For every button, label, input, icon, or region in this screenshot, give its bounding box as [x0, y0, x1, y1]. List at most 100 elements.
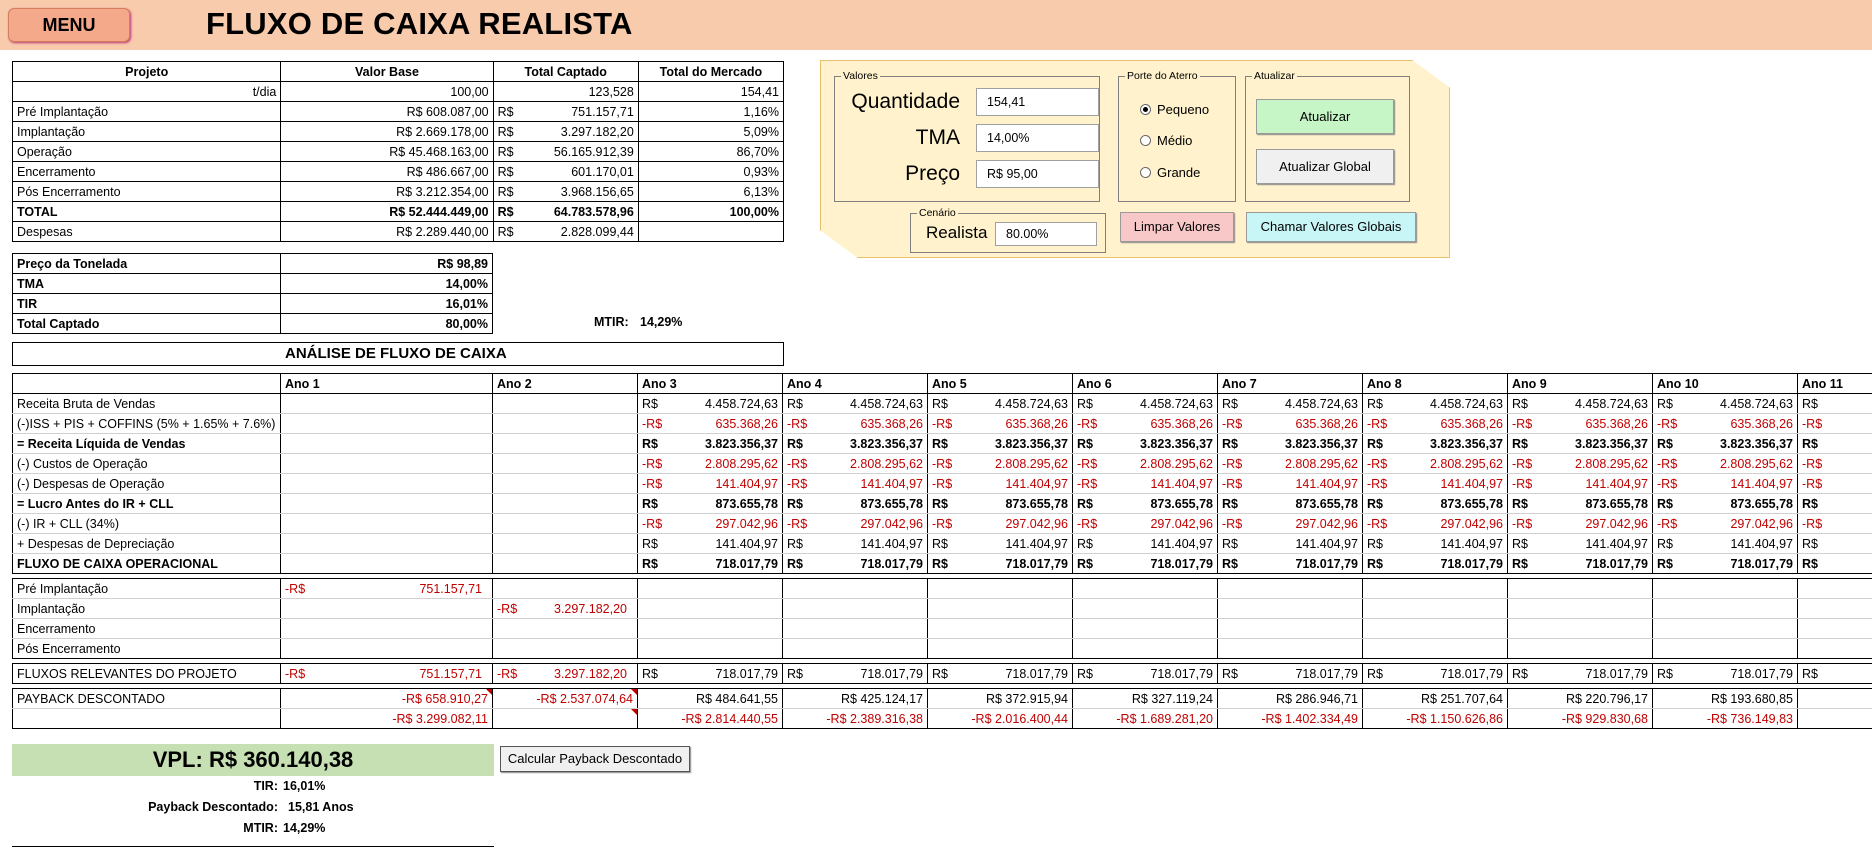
cashflow-cell: -R$ 2.808.295,62 — [782, 453, 928, 474]
atualizar-button[interactable]: Atualizar — [1256, 99, 1394, 134]
currency-symbol: R$ — [1222, 436, 1238, 451]
cashflow-cell — [280, 553, 493, 574]
rates-value: R$ 98,89 — [280, 253, 493, 274]
currency-symbol: R$ — [1077, 536, 1093, 551]
currency-symbol: -R$ — [932, 476, 953, 491]
comment-marker-icon — [631, 689, 637, 695]
cenario-input[interactable]: 80.00% — [995, 222, 1097, 246]
radio-icon — [1140, 135, 1151, 146]
currency-symbol: R$ — [1512, 396, 1528, 411]
rates-label: Total Captado — [12, 313, 281, 334]
investment-row: Pós Encerramento — [12, 638, 1872, 659]
cashflow-value: 297.042,96 — [1150, 516, 1213, 531]
summary-row: TOTAL R$ 52.444.449,00 R$ 64.783.578,96 100,… — [11, 201, 785, 222]
cashflow-cell: R$ 3.823.356,37 — [782, 433, 928, 454]
cashflow-cell — [492, 473, 638, 494]
porte-radio-pequeno[interactable]: Pequeno — [1140, 102, 1209, 117]
payback-discounted-cell: -R$ 658.910,27 — [280, 688, 493, 709]
year-header: Ano 10 — [1652, 373, 1798, 394]
currency-symbol: -R$ — [642, 456, 663, 471]
currency-symbol: -R$ — [1367, 416, 1388, 431]
limpar-valores-button[interactable]: Limpar Valores — [1120, 212, 1234, 242]
porte-radio-grande[interactable]: Grande — [1140, 165, 1200, 180]
cashflow-value: 297.042,96 — [1585, 516, 1648, 531]
atualizar-legend: Atualizar — [1254, 70, 1295, 82]
investment-cell — [1072, 638, 1218, 659]
calc-payback-button[interactable]: Calcular Payback Descontado — [500, 746, 690, 772]
preco-label: Preço — [905, 162, 960, 185]
relevant-cell: R$ 718.017,79 — [1652, 663, 1798, 684]
investment-cell — [1797, 638, 1872, 659]
investment-cell — [1072, 618, 1218, 639]
investment-label: Encerramento — [12, 618, 281, 639]
investment-cell — [927, 578, 1073, 599]
summary-base: 100,00 — [280, 81, 494, 102]
currency-symbol: -R$ — [932, 416, 953, 431]
cashflow-value: 2.808.295,62 — [1140, 456, 1213, 471]
currency-symbol: -R$ — [932, 516, 953, 531]
currency-symbol: R$ — [932, 396, 948, 411]
mtir-value: 14,29% — [640, 315, 683, 329]
relevant-cell: R$ 718.017,79 — [927, 663, 1073, 684]
investment-cell — [1217, 598, 1363, 619]
quantidade-input[interactable]: 154,41 — [976, 88, 1099, 116]
cashflow-cell: R$ 141.404,97 — [1217, 533, 1363, 554]
tma-input[interactable]: 14,00% — [976, 124, 1099, 152]
porte-radio-medio[interactable]: Médio — [1140, 133, 1192, 148]
chamar-valores-globais-button[interactable]: Chamar Valores Globais — [1246, 212, 1416, 242]
cashflow-value: 635.368,26 — [1295, 416, 1358, 431]
relevant-value: 3.297.182,20 — [554, 666, 627, 681]
summary-mercado: 86,70% — [637, 141, 785, 162]
cashflow-cell: R$ 873.655,78 — [1072, 493, 1218, 514]
currency-symbol: R$ — [642, 396, 658, 411]
preco-input[interactable]: R$ 95,00 — [976, 160, 1099, 188]
payback-cumulative-cell: -R$ 2.016.400,44 — [927, 708, 1073, 729]
captado-value: 123,528 — [588, 84, 634, 99]
cashflow-value: 3.823.356,37 — [1140, 436, 1213, 451]
currency-symbol: R$ — [1657, 666, 1673, 681]
currency-symbol: R$ — [1077, 396, 1093, 411]
vpl-label: VPL: — [152, 747, 203, 772]
currency-symbol: R$ — [497, 224, 514, 239]
cashflow-value: 3.823.356,37 — [850, 436, 923, 451]
currency-symbol: R$ — [1802, 496, 1818, 511]
rates-row: Preço da Tonelada R$ 98,89 — [12, 253, 493, 274]
investment-cell — [492, 578, 638, 599]
summary-row: Encerramento R$ 486.667,00 R$ 601.170,01 0,9… — [11, 161, 785, 182]
cashflow-cell: R$ 3.823.356,37 — [637, 433, 783, 454]
radio-icon — [1140, 167, 1151, 178]
cashflow-cell: R$ 3.823.356,37 — [1507, 433, 1653, 454]
menu-button[interactable]: MENU — [8, 8, 130, 42]
investment-cell — [280, 598, 493, 619]
cashflow-cell: -R$ 141.404,97 — [1072, 473, 1218, 494]
currency-symbol: -R$ — [1657, 476, 1678, 491]
investment-cell — [1362, 598, 1508, 619]
cashflow-value: 873.655,78 — [1440, 496, 1503, 511]
currency-symbol: -R$ — [1222, 476, 1243, 491]
payback-cumulative-cell: -R$ 736.149,83 — [1652, 708, 1798, 729]
year-header: Ano 4 — [782, 373, 928, 394]
vpl-value: R$ 360.140,38 — [208, 747, 354, 772]
cashflow-cell — [280, 533, 493, 554]
cashflow-cell: R$ 141.404,97 — [1507, 533, 1653, 554]
cashflow-value: 635.368,26 — [1730, 416, 1793, 431]
payback-cumulative-cell: -R$ 929.830,68 — [1507, 708, 1653, 729]
summary-base: R$ 2.289.440,00 — [280, 221, 494, 242]
cashflow-cell — [492, 553, 638, 574]
cashflow-value: 635.368,26 — [1150, 416, 1213, 431]
relevant-value: 718.017,79 — [1730, 666, 1793, 681]
valores-legend: Valores — [843, 70, 878, 82]
currency-symbol: R$ — [932, 556, 948, 571]
atualizar-global-button[interactable]: Atualizar Global — [1256, 149, 1394, 184]
currency-symbol: -R$ — [1367, 456, 1388, 471]
summary-header: Total do Mercado — [637, 61, 785, 82]
captado-value: 601.170,01 — [571, 164, 634, 179]
cashflow-cell: R$ 873.655,78 — [1217, 493, 1363, 514]
comment-marker-icon — [486, 689, 492, 695]
rates-label: TIR — [12, 293, 281, 314]
cashflow-value: 873.655,78 — [1150, 496, 1213, 511]
cashflow-value: 2.808.295,62 — [705, 456, 778, 471]
cashflow-cell: R$ 141.404,97 — [927, 533, 1073, 554]
investment-cell — [1072, 578, 1218, 599]
payback-result-label: Payback Descontado: — [148, 800, 278, 814]
